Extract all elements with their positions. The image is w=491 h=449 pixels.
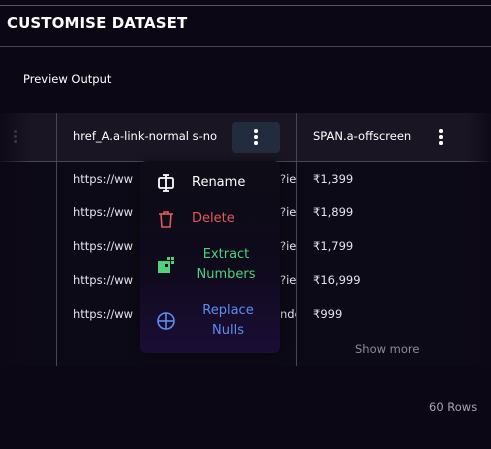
- drag-handle-icon[interactable]: [14, 130, 18, 146]
- table-cell-url-tail: ?ie: [280, 239, 296, 253]
- table-cell-price: ₹1,399: [313, 172, 354, 186]
- extract-numbers-icon: [158, 257, 174, 273]
- trash-icon: [159, 211, 173, 228]
- show-more-link[interactable]: Show more: [355, 342, 419, 356]
- rename-label: Rename: [192, 175, 246, 190]
- column-context-menu: Rename Delete Extract Numbers Replace Nu…: [140, 161, 280, 353]
- menu-item-delete[interactable]: Delete: [140, 209, 280, 229]
- table-cell-url-tail: ?ie: [280, 273, 296, 287]
- extract-numbers-label: Extract Numbers: [196, 247, 256, 282]
- table-cell-url: https://ww: [73, 205, 134, 219]
- replace-nulls-label: Replace Nulls: [202, 303, 254, 338]
- dialog-title: CUSTOMISE DATASET: [7, 14, 188, 32]
- row-count: 60 Rows: [429, 400, 478, 414]
- table-cell-url: https://ww: [73, 239, 134, 253]
- kebab-menu-icon[interactable]: [439, 129, 443, 145]
- replace-nulls-icon: [157, 312, 175, 330]
- top-border: [0, 5, 491, 6]
- table-cell-url: https://ww: [73, 273, 134, 287]
- menu-item-extract-numbers[interactable]: Extract Numbers: [140, 245, 280, 285]
- table-cell-price: ₹1,899: [313, 205, 354, 219]
- column-divider: [56, 113, 57, 366]
- delete-label: Delete: [192, 211, 235, 226]
- table-cell-url-tail: ?ie: [280, 172, 296, 186]
- title-divider: [0, 46, 491, 47]
- table-cell-url-tail: nde: [280, 307, 296, 321]
- kebab-menu-icon[interactable]: [254, 129, 258, 145]
- table-cell-url: https://ww: [73, 172, 134, 186]
- customise-dataset-panel: CUSTOMISE DATASET Preview Output href_A.…: [0, 0, 491, 449]
- menu-item-replace-nulls[interactable]: Replace Nulls: [140, 301, 280, 341]
- column-divider: [296, 113, 297, 366]
- table-cell-price: ₹16,999: [313, 273, 361, 287]
- table-cell-url: https://ww: [73, 307, 134, 321]
- table-header: href_A.a-link-normal s-no SPAN.a-offscre…: [0, 113, 491, 162]
- column-header-span[interactable]: SPAN.a-offscreen: [313, 129, 423, 143]
- rename-icon: [158, 174, 174, 192]
- preview-output-label: Preview Output: [23, 72, 112, 86]
- table-cell-price: ₹1,799: [313, 239, 354, 253]
- table-cell-price: ₹999: [313, 307, 343, 321]
- menu-item-rename[interactable]: Rename: [140, 173, 280, 193]
- column-header-href[interactable]: href_A.a-link-normal s-no: [73, 129, 243, 143]
- table-cell-url-tail: ?ie: [280, 205, 296, 219]
